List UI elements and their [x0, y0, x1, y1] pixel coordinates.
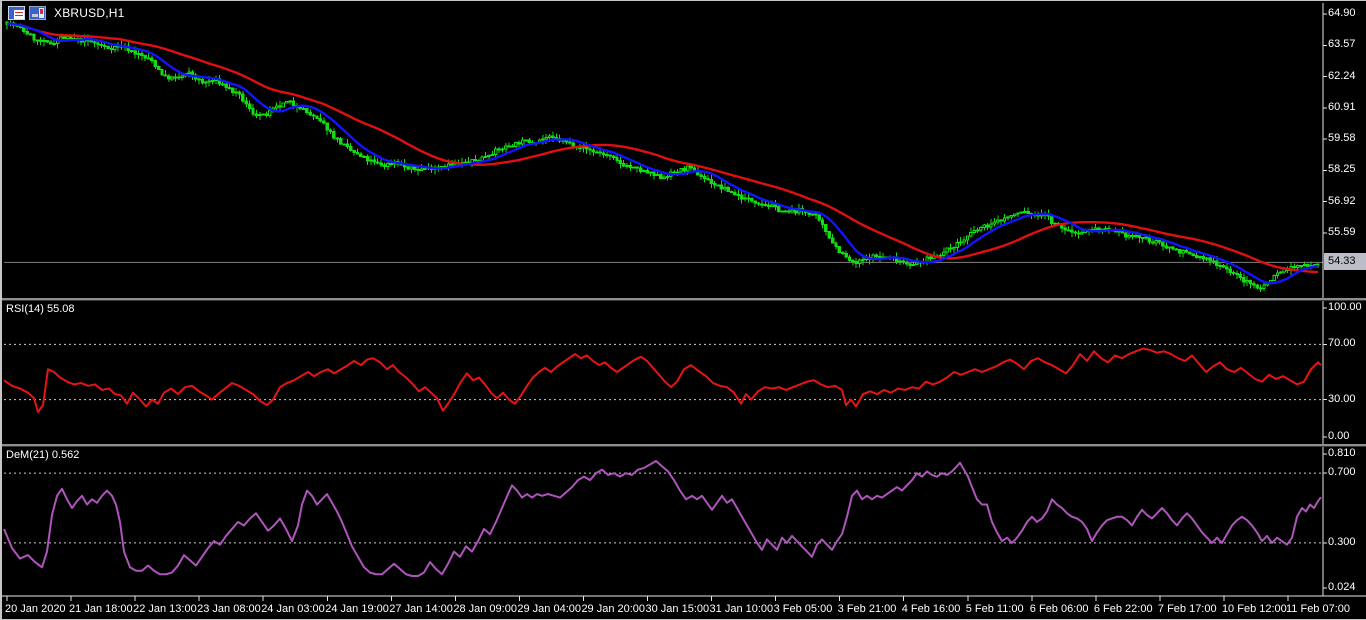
price-tick-label: 55.59 — [1328, 225, 1356, 238]
time-tick-label: 7 Feb 17:00 — [1157, 603, 1217, 615]
time-tick-label: 6 Feb 06:00 — [1029, 603, 1089, 615]
time-tick-label: 27 Jan 14:00 — [389, 603, 453, 615]
price-tick-label: 62.24 — [1328, 69, 1356, 82]
mt4-chart-window: XBRUSD,H1 RSI(14) 55.08 DeM(21) 0.562 54… — [0, 0, 1366, 620]
time-tick-label: 22 Jan 13:00 — [133, 603, 197, 615]
chart-legend: XBRUSD,H1 — [8, 6, 124, 20]
panel-divider-rsi[interactable] — [2, 298, 1366, 301]
dem-tick-label: 0.810 — [1328, 447, 1356, 459]
price-tick-label: 59.58 — [1328, 132, 1356, 145]
price-tick-label: 64.90 — [1328, 7, 1356, 19]
time-tick-label: 4 Feb 16:00 — [901, 603, 961, 615]
current-price-badge: 54.33 — [1324, 253, 1366, 271]
rsi-indicator-label: RSI(14) 55.08 — [6, 303, 75, 315]
candlestick-chart-icon — [29, 6, 46, 20]
rsi-tick-label: 100.00 — [1328, 301, 1362, 313]
rsi-tick-label: 30.00 — [1328, 392, 1356, 405]
time-tick-label: 29 Jan 20:00 — [581, 603, 646, 615]
time-tick-label: 24 Jan 03:00 — [261, 603, 325, 615]
time-tick-label: 21 Jan 18:00 — [69, 603, 133, 615]
time-tick-label: 3 Feb 21:00 — [837, 603, 897, 615]
time-tick-label: 6 Feb 22:00 — [1093, 603, 1153, 615]
panel-divider-dem[interactable] — [2, 444, 1366, 447]
table-icon — [8, 6, 25, 20]
time-tick-label: 10 Feb 12:00 — [1221, 603, 1287, 615]
time-tick-label: 30 Jan 15:00 — [645, 603, 710, 615]
time-tick-label: 29 Jan 04:00 — [517, 603, 582, 615]
rsi-tick-label: 0.00 — [1328, 430, 1350, 442]
symbol-period-label: XBRUSD,H1 — [54, 6, 125, 20]
price-tick-label: 58.25 — [1328, 163, 1356, 176]
rsi-tick-label: 70.00 — [1328, 337, 1356, 350]
price-tick-label: 60.91 — [1328, 100, 1356, 113]
time-tick-label: 31 Jan 10:00 — [709, 603, 774, 615]
time-tick-label: 23 Jan 08:00 — [197, 603, 261, 615]
time-tick-label: 20 Jan 2020 — [5, 603, 66, 615]
time-tick-label: 5 Feb 11:00 — [965, 603, 1024, 615]
dem-tick-label: 0.024 — [1328, 581, 1356, 593]
price-tick-label: 56.92 — [1328, 194, 1356, 207]
time-tick-label: 24 Jan 19:00 — [325, 603, 389, 615]
time-tick-label: 3 Feb 05:00 — [773, 603, 833, 615]
price-tick-label: 63.57 — [1328, 38, 1356, 51]
dem-tick-label: 0.300 — [1328, 535, 1356, 548]
dem-tick-label: 0.700 — [1328, 466, 1356, 479]
time-tick-label: 11 Feb 07:00 — [1286, 603, 1351, 615]
chart-canvas[interactable] — [2, 1, 1366, 620]
time-tick-label: 28 Jan 09:00 — [453, 603, 517, 615]
dem-indicator-label: DeM(21) 0.562 — [6, 449, 80, 461]
